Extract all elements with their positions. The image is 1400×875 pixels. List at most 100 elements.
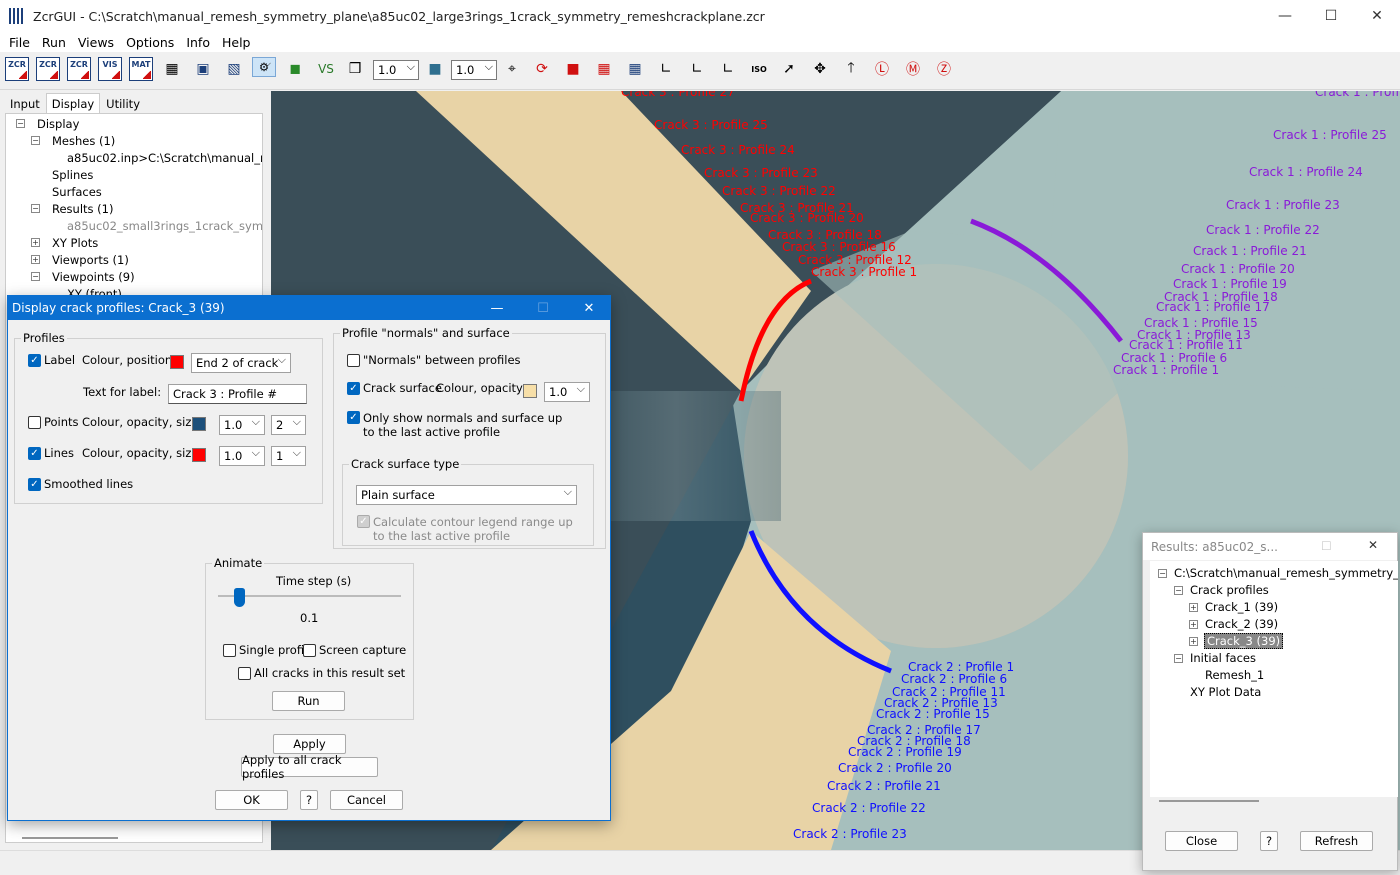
tree-surfaces[interactable]: Surfaces <box>52 185 102 199</box>
tree-viewpoints[interactable]: Viewpoints (9) <box>52 270 135 284</box>
crack-surface-checkbox[interactable]: ✓ Crack surface <box>347 381 442 395</box>
table-icon[interactable]: ▦ <box>623 57 647 81</box>
collapse-icon[interactable]: − <box>1174 586 1183 595</box>
view-iso-icon[interactable]: ISO <box>747 57 771 81</box>
tab-display[interactable]: Display <box>45 93 101 113</box>
results-crack-profiles[interactable]: Crack profiles <box>1190 583 1269 597</box>
pan-icon[interactable]: ✥ <box>808 57 832 81</box>
single-profile-checkbox[interactable]: Single profile <box>223 643 314 657</box>
lines-checkbox[interactable]: ✓ Lines <box>28 446 74 460</box>
cancel-button[interactable]: Cancel <box>330 790 403 810</box>
smoothed-lines-checkbox[interactable]: ✓ Smoothed lines <box>28 477 133 491</box>
only-show-checkbox[interactable]: ✓ Only show normals and surface up to the… <box>347 411 577 439</box>
vs-button[interactable]: VS <box>314 57 338 81</box>
label-colour-swatch[interactable] <box>170 355 184 369</box>
rotate-icon[interactable]: ⟳ <box>530 57 554 81</box>
menu-options[interactable]: Options <box>120 35 180 50</box>
solid-opacity-combo[interactable]: 1.0 <box>451 60 497 80</box>
vis-button[interactable]: VIS <box>98 57 122 81</box>
points-colour-swatch[interactable] <box>192 417 206 431</box>
zcr-open-button[interactable]: ZCR <box>36 57 60 81</box>
all-cracks-checkbox[interactable]: All cracks in this result set <box>238 666 405 680</box>
expand-icon[interactable]: + <box>1189 637 1198 646</box>
tree-result-file[interactable]: a85uc02_small3rings_1crack_symmetry_ <box>67 219 262 233</box>
apply-button[interactable]: Apply <box>273 734 346 754</box>
up-arrow-icon[interactable]: 🡑 <box>839 57 863 81</box>
normals-checkbox[interactable]: "Normals" between profiles <box>347 353 521 367</box>
rotate-z-icon[interactable]: Ⓩ <box>932 57 956 81</box>
dialog-close-button[interactable]: ✕ <box>566 296 612 320</box>
lines-colour-swatch[interactable] <box>192 448 206 462</box>
lines-opacity-select[interactable]: 1.0 <box>219 446 265 466</box>
expand-icon[interactable]: + <box>31 255 40 264</box>
screen-capture-checkbox[interactable]: Screen capture <box>303 643 406 657</box>
tree-viewports[interactable]: Viewports (1) <box>52 253 129 267</box>
mesh-cut-icon[interactable]: ▧ <box>222 57 246 81</box>
view-xz-icon[interactable]: ∟ <box>716 57 740 81</box>
zoom-fit-icon[interactable]: ⌖ <box>500 57 524 81</box>
run-button[interactable]: Run <box>272 691 345 711</box>
view-yx-icon[interactable]: ∟ <box>654 57 678 81</box>
wireframe-opacity-combo[interactable]: 1.0 <box>373 60 419 80</box>
results-close-button[interactable]: Close <box>1165 831 1238 851</box>
tab-utility[interactable]: Utility <box>100 93 146 113</box>
dialog-minimize-button[interactable]: — <box>474 296 520 320</box>
results-close-x-button[interactable]: ✕ <box>1368 538 1378 552</box>
tree-xy-plots[interactable]: XY Plots <box>52 236 98 250</box>
results-initial-faces[interactable]: Initial faces <box>1190 651 1256 665</box>
apply-all-button[interactable]: Apply to all crack profiles <box>241 753 378 781</box>
mat-button[interactable]: MAT <box>129 57 153 81</box>
collapse-icon[interactable]: − <box>31 136 40 145</box>
time-step-slider-thumb[interactable] <box>234 588 245 607</box>
rotate-y-icon[interactable]: Ⓜ <box>901 57 925 81</box>
expand-icon[interactable]: + <box>31 238 40 247</box>
tree-splines[interactable]: Splines <box>52 168 93 182</box>
mesh-icon[interactable]: ▣ <box>191 57 215 81</box>
help-button[interactable]: ? <box>300 790 318 810</box>
label-position-select[interactable]: End 2 of crack <box>191 353 291 373</box>
tree-meshes[interactable]: Meshes (1) <box>52 134 115 148</box>
maximize-button[interactable]: ☐ <box>1308 0 1354 32</box>
menu-run[interactable]: Run <box>36 35 72 50</box>
results-xy-plot-data[interactable]: XY Plot Data <box>1190 685 1261 699</box>
menu-file[interactable]: File <box>3 35 36 50</box>
solid-cube-icon[interactable]: ■ <box>423 57 447 81</box>
collapse-icon[interactable]: − <box>16 119 25 128</box>
delete-red-icon[interactable]: ■ <box>561 57 585 81</box>
surface-opacity-select[interactable]: 1.0 <box>544 382 590 402</box>
menu-info[interactable]: Info <box>180 35 216 50</box>
menu-help[interactable]: Help <box>216 35 257 50</box>
view-zy-icon[interactable]: ∟ <box>685 57 709 81</box>
points-opacity-select[interactable]: 1.0 <box>219 415 265 435</box>
expand-icon[interactable]: + <box>1189 603 1198 612</box>
results-refresh-button[interactable]: Refresh <box>1300 831 1373 851</box>
lines-size-select[interactable]: 1 <box>271 446 306 466</box>
results-remesh[interactable]: Remesh_1 <box>1205 668 1264 682</box>
ok-button[interactable]: OK <box>215 790 288 810</box>
numbering-icon[interactable]: ◼ <box>283 57 307 81</box>
label-text-input[interactable]: Crack 3 : Profile # <box>168 384 307 404</box>
results-crack1[interactable]: Crack_1 (39) <box>1205 600 1278 614</box>
results-crack3[interactable]: Crack_3 (39) <box>1204 633 1284 649</box>
results-help-button[interactable]: ? <box>1260 831 1278 851</box>
minimize-button[interactable]: — <box>1262 0 1308 32</box>
results-crack2[interactable]: Crack_2 (39) <box>1205 617 1278 631</box>
tree-mesh-file[interactable]: a85uc02.inp>C:\Scratch\manual_remesh <box>67 151 262 165</box>
collapse-icon[interactable]: − <box>1158 569 1167 578</box>
tab-input[interactable]: Input <box>4 93 46 113</box>
h-scrollbar[interactable] <box>22 837 118 839</box>
tree-results[interactable]: Results (1) <box>52 202 113 216</box>
expand-icon[interactable]: + <box>1189 620 1198 629</box>
points-size-select[interactable]: 2 <box>271 415 306 435</box>
contour-icon[interactable]: ▦ <box>592 57 616 81</box>
surface-colour-swatch[interactable] <box>523 384 537 398</box>
grid-icon[interactable]: ▦ <box>160 57 184 81</box>
gear-icon[interactable]: ⚙ <box>252 57 276 77</box>
surface-type-select[interactable]: Plain surface <box>356 485 577 505</box>
close-button[interactable]: ✕ <box>1354 0 1400 32</box>
menu-views[interactable]: Views <box>72 35 120 50</box>
line-tool-icon[interactable]: ➚ <box>777 57 801 81</box>
rotate-x-icon[interactable]: Ⓛ <box>870 57 894 81</box>
points-checkbox[interactable]: Points <box>28 415 79 429</box>
label-checkbox[interactable]: ✓ Label <box>28 353 75 367</box>
